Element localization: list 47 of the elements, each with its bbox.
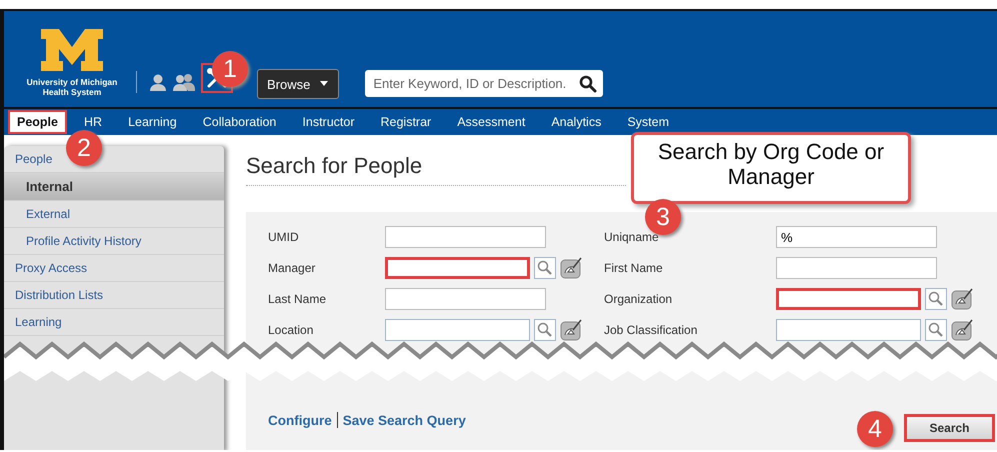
field-label: Manager bbox=[268, 260, 316, 277]
search-icon[interactable] bbox=[579, 74, 598, 92]
pencil-icon[interactable] bbox=[560, 257, 582, 279]
field-label: First Name bbox=[604, 260, 664, 277]
link[interactable]: Configure bbox=[268, 412, 332, 428]
nav-tab[interactable]: Assessment bbox=[448, 110, 534, 134]
browse-button[interactable]: Browse bbox=[257, 69, 340, 99]
sidebar-item[interactable]: Proxy Access bbox=[4, 255, 224, 282]
logo-text: University of Michigan bbox=[26, 77, 118, 87]
field-label: Last Name bbox=[268, 291, 328, 308]
input-field[interactable] bbox=[385, 319, 530, 341]
input-field[interactable] bbox=[776, 288, 921, 310]
field-label: UMID bbox=[268, 229, 300, 246]
field-label: Location bbox=[268, 322, 314, 339]
input-field[interactable] bbox=[385, 226, 546, 248]
input-field[interactable] bbox=[776, 257, 937, 279]
sidebar-item[interactable]: External bbox=[4, 201, 224, 228]
field-label: Organization bbox=[604, 291, 674, 308]
input-field[interactable] bbox=[385, 288, 546, 310]
sidebar-item[interactable]: Internal bbox=[4, 173, 224, 201]
group-icon[interactable] bbox=[173, 73, 195, 91]
logo-mark-icon bbox=[39, 27, 105, 73]
input-field[interactable] bbox=[385, 257, 530, 279]
sidebar-item[interactable]: Distribution Lists bbox=[4, 282, 224, 309]
input-field[interactable] bbox=[776, 319, 921, 341]
caret-icon bbox=[319, 81, 330, 87]
field-label: Job Classification bbox=[604, 322, 698, 339]
nav-tab[interactable]: People bbox=[8, 110, 67, 134]
pencil-icon[interactable] bbox=[951, 288, 973, 310]
pencil-icon[interactable] bbox=[951, 319, 973, 341]
nav-tab[interactable]: Analytics bbox=[542, 110, 610, 134]
search-button[interactable]: Search bbox=[904, 414, 995, 442]
person-icon[interactable] bbox=[149, 73, 167, 91]
nav-tab[interactable]: Registrar bbox=[372, 110, 440, 134]
sidebar-item[interactable]: Learning bbox=[4, 309, 224, 336]
nav-tab[interactable]: Collaboration bbox=[194, 110, 286, 134]
sidebar-item[interactable]: Profile Activity History bbox=[4, 228, 224, 255]
callout-text: Search by Org Code or Manager bbox=[656, 139, 886, 189]
nav-tab[interactable]: Learning bbox=[119, 110, 186, 134]
nav-tab[interactable]: Instructor bbox=[293, 110, 364, 134]
logo-text: Health System bbox=[42, 87, 102, 97]
input-field[interactable]: % bbox=[776, 226, 937, 248]
nav-tab[interactable]: System bbox=[618, 110, 678, 134]
link[interactable]: Save Search Query bbox=[342, 412, 466, 428]
search-field[interactable]: Enter Keyword, ID or Description. bbox=[365, 70, 604, 97]
page-title: Search for People bbox=[246, 153, 626, 186]
pencil-icon[interactable] bbox=[560, 319, 582, 341]
